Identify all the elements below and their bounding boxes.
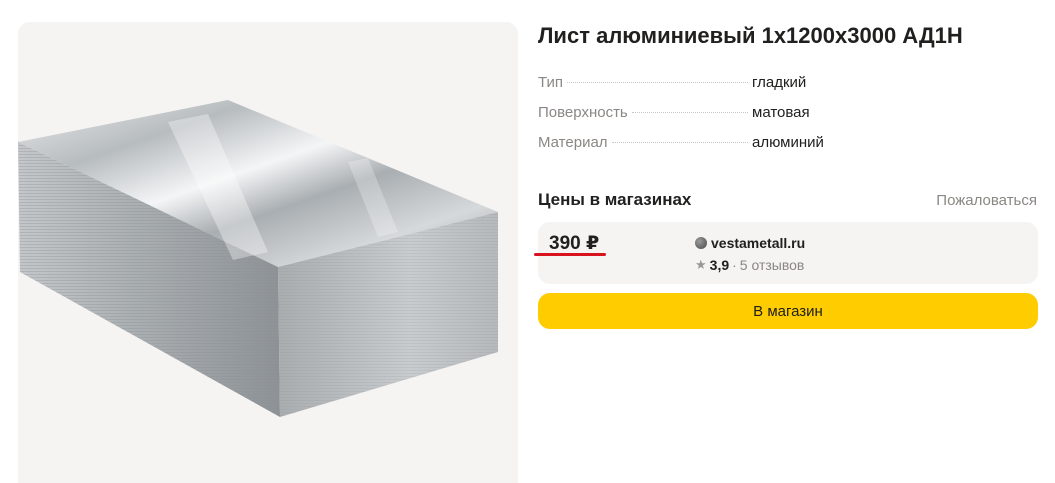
spec-key: Поверхность xyxy=(538,104,628,121)
spec-key: Тип xyxy=(538,74,564,91)
rating-separator: · xyxy=(732,257,737,273)
prices-heading: Цены в магазинах xyxy=(538,190,692,209)
star-icon: ★ xyxy=(695,257,707,272)
shop-link[interactable]: vestametall.ru xyxy=(695,235,805,251)
spec-row-surface: Поверхность матовая xyxy=(538,104,838,134)
rating-value: 3,9 xyxy=(709,257,730,273)
spec-value: матовая xyxy=(752,104,810,121)
spec-row-type: Тип гладкий xyxy=(538,74,838,104)
go-to-shop-button[interactable]: В магазин xyxy=(538,293,1038,329)
spec-key: Материал xyxy=(538,134,608,151)
offer-price: 390 ₽ xyxy=(549,233,600,254)
price-underline-mark xyxy=(534,253,606,256)
spec-list: Тип гладкий Поверхность матовая Материал… xyxy=(538,74,838,164)
spec-dots xyxy=(631,112,748,113)
shop-favicon-icon xyxy=(695,237,707,249)
aluminum-sheet-photo xyxy=(18,100,498,417)
spec-value: гладкий xyxy=(752,74,807,91)
complain-link[interactable]: Пожаловаться xyxy=(936,192,1037,209)
spec-value: алюминий xyxy=(752,134,824,151)
shop-rating[interactable]: ★ 3,9 · 5 отзывов xyxy=(695,257,804,273)
spec-dots xyxy=(611,142,748,143)
product-title: Лист алюминиевый 1х1200х3000 АД1Н xyxy=(538,23,963,48)
reviews-count: 5 отзывов xyxy=(739,257,805,273)
shop-name: vestametall.ru xyxy=(711,235,806,251)
spec-dots xyxy=(567,82,748,83)
go-to-shop-label: В магазин xyxy=(753,302,823,320)
spec-row-material: Материал алюминий xyxy=(538,134,838,164)
product-image[interactable] xyxy=(18,22,518,483)
offer-card[interactable]: 390 ₽ vestametall.ru ★ 3,9 · 5 отзывов xyxy=(534,222,1038,284)
